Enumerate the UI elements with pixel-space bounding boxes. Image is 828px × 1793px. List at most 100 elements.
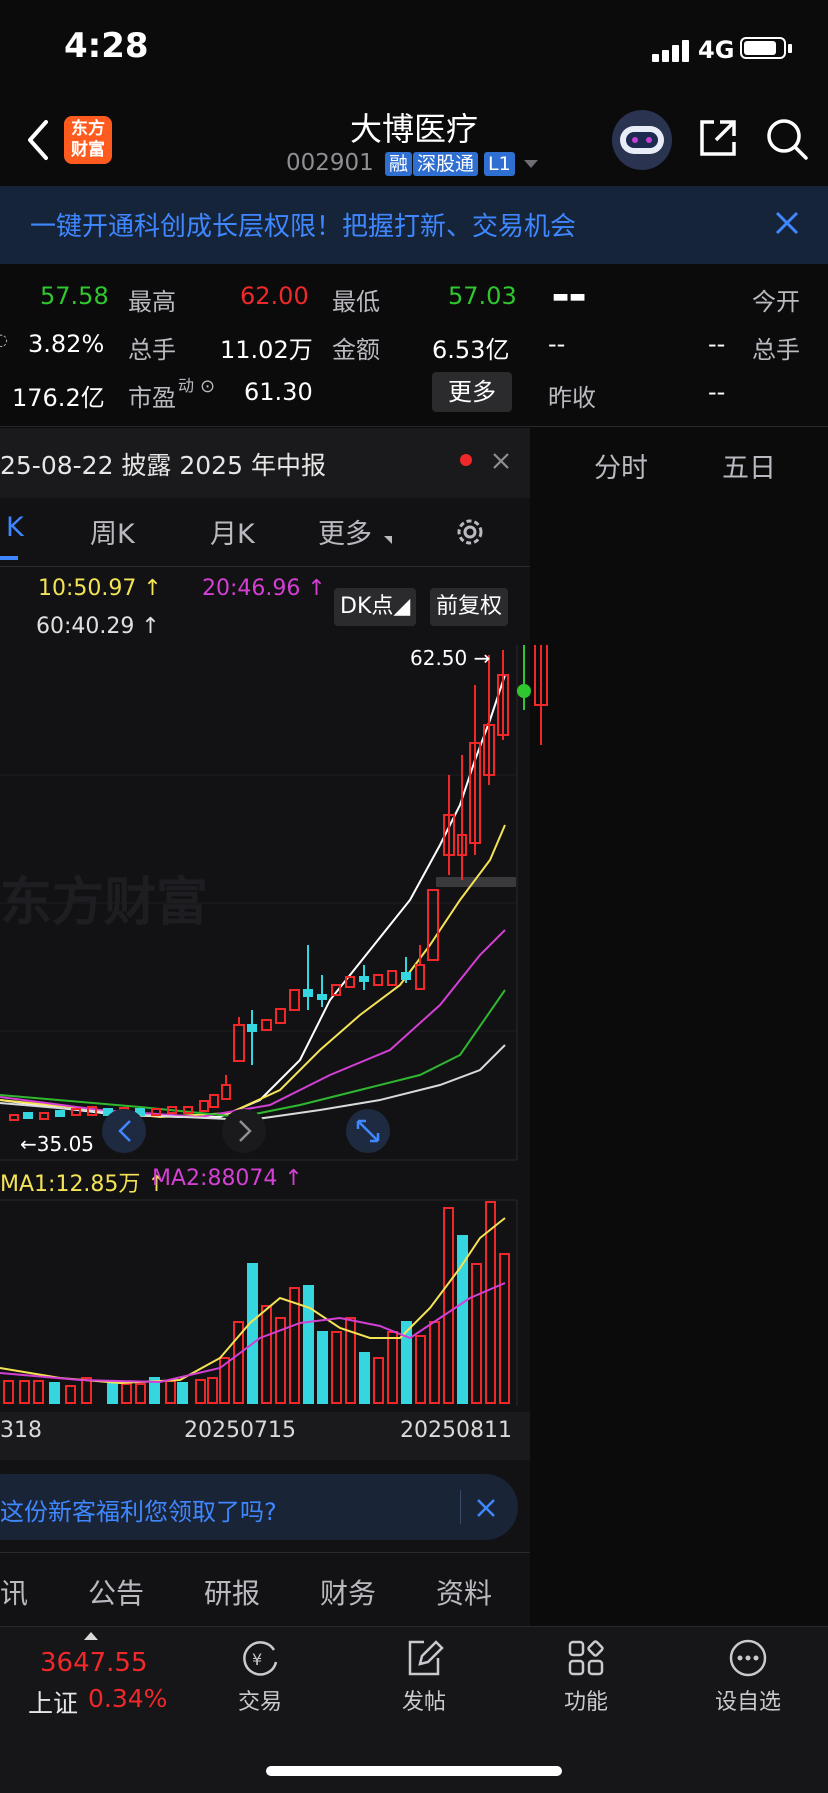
notice-close-icon[interactable]: [492, 452, 510, 474]
tab-week-k[interactable]: 周K: [90, 512, 135, 551]
battery-icon: [740, 37, 792, 61]
scroll-right-button: [222, 1109, 266, 1153]
more-button[interactable]: 更多: [432, 372, 512, 412]
tag-szconnect: 深股通: [413, 152, 479, 176]
ma20-label: 20:46.96 ↑: [202, 576, 326, 601]
candle: [9, 1114, 19, 1121]
tab-intraday[interactable]: 分时: [594, 446, 648, 485]
amount-value: 6.53亿: [432, 336, 510, 364]
ma60-label: 60:40.29 ↑: [36, 614, 160, 639]
candle: [275, 1008, 286, 1024]
candle: [233, 1024, 245, 1062]
candle: [387, 970, 397, 986]
ma10-line: [0, 824, 506, 1119]
current-price: 57.58: [40, 282, 109, 310]
pe-value: 61.30: [244, 378, 313, 406]
prev-close-label: 昨收: [548, 384, 596, 412]
share-icon[interactable]: [696, 116, 740, 164]
gear-icon[interactable]: [452, 514, 488, 554]
low-value: 57.03: [448, 282, 517, 310]
notice-dot: [460, 454, 472, 466]
dash-1: --: [548, 330, 566, 358]
divider: [460, 1490, 461, 1524]
date-label: 20250811: [400, 1418, 512, 1443]
banner-text: 一键开通科创成长层权限！把握打新、交易机会: [30, 212, 577, 242]
index-expand-icon[interactable]: [84, 1632, 98, 1640]
watermark: 东方财富: [0, 874, 208, 932]
more-caret: [384, 536, 392, 544]
post-icon[interactable]: [402, 1636, 446, 1684]
index-name: 上证: [28, 1689, 79, 1718]
dk-point-button[interactable]: DK点◢: [334, 588, 417, 626]
tab-day-k[interactable]: K: [6, 512, 24, 543]
open-label: 今开: [752, 288, 800, 316]
close-icon[interactable]: [774, 210, 800, 240]
ma10-label: 10:50.97 ↑: [38, 576, 162, 601]
volume-label-2: 总手: [752, 336, 800, 364]
divider: [0, 566, 530, 567]
network-type: 4G: [698, 36, 735, 64]
scroll-left-button: [102, 1109, 146, 1153]
info-tab-profile[interactable]: 资料: [436, 1572, 492, 1612]
low-price-mark: ←35.05: [20, 1132, 94, 1156]
adjust-price-button[interactable]: 前复权: [430, 588, 509, 626]
index-value[interactable]: 3647.55: [40, 1648, 148, 1678]
high-label: 最高: [128, 288, 176, 316]
candle: [23, 1112, 33, 1119]
more-circle-icon[interactable]: [726, 1636, 770, 1684]
dropdown-icon[interactable]: [524, 160, 538, 168]
trade-icon[interactable]: ¥: [238, 1636, 282, 1684]
candle: [261, 1019, 272, 1031]
date-label: 20250715: [184, 1418, 296, 1443]
pe-label: 市盈: [128, 384, 176, 412]
vol-ma2-label: MA2:88074 ↑: [152, 1166, 303, 1191]
candle: [427, 889, 439, 961]
volume-chart[interactable]: [0, 1198, 520, 1408]
info-tab-news[interactable]: 讯: [0, 1572, 28, 1612]
market-cap: 176.2亿: [12, 384, 105, 412]
low-label: 最低: [332, 288, 380, 316]
status-time: 4:28: [64, 26, 149, 66]
candle: [151, 1108, 161, 1116]
info-tab-announcement[interactable]: 公告: [88, 1572, 144, 1612]
dash-2: --: [708, 330, 726, 358]
function-grid-icon[interactable]: [564, 1636, 608, 1684]
info-icon: ◌: [0, 330, 8, 349]
search-icon[interactable]: [764, 116, 810, 166]
bottom-tab-watchlist[interactable]: 设自选: [688, 1684, 808, 1716]
welfare-promo-text: 这份新客福利您领取了吗?: [0, 1498, 277, 1526]
kline-chart[interactable]: 东方财富 62.50 → ←35.05: [0, 645, 828, 1165]
dash-bar: ▬▬: [552, 286, 587, 307]
bottom-tab-function[interactable]: 功能: [526, 1684, 646, 1716]
volume-value: 11.02万: [220, 336, 313, 364]
tag-margin: 融: [385, 152, 413, 176]
stock-code: 002901: [286, 150, 374, 176]
info-tab-research[interactable]: 研报: [204, 1572, 260, 1612]
home-indicator[interactable]: [266, 1766, 562, 1776]
svg-text:¥: ¥: [252, 1650, 262, 1669]
bottom-tab-trade[interactable]: 交易: [200, 1684, 320, 1716]
high-price-mark: 62.50 →: [410, 646, 490, 670]
tag-level1: L1: [484, 152, 515, 176]
vol-ma1-label: MA1:12.85万 ↑: [0, 1172, 166, 1197]
candle: [199, 1100, 209, 1112]
pe-superscript: 动: [178, 376, 195, 395]
promo-close-icon[interactable]: [476, 1498, 496, 1522]
tab-indicator: [0, 556, 18, 560]
tab-more[interactable]: 更多: [318, 512, 372, 551]
bottom-tab-post[interactable]: 发帖: [364, 1684, 484, 1716]
candle: [183, 1106, 193, 1114]
divider: [0, 426, 828, 427]
tab-month-k[interactable]: 月K: [210, 512, 255, 551]
candle: [39, 1112, 49, 1120]
tab-five-day[interactable]: 五日: [722, 446, 776, 485]
candle: [55, 1110, 65, 1117]
volume-label: 总手: [128, 336, 176, 364]
robot-avatar-icon[interactable]: [612, 110, 672, 170]
date-label: 318: [0, 1418, 42, 1443]
info-tab-finance[interactable]: 财务: [320, 1572, 376, 1612]
change-pct: 3.82%: [28, 330, 105, 358]
notice-text: 25-08-22 披露 2025 年中报: [0, 451, 326, 480]
high-value: 62.00: [240, 282, 309, 310]
pe-info-icon[interactable]: ⊙: [200, 376, 215, 397]
